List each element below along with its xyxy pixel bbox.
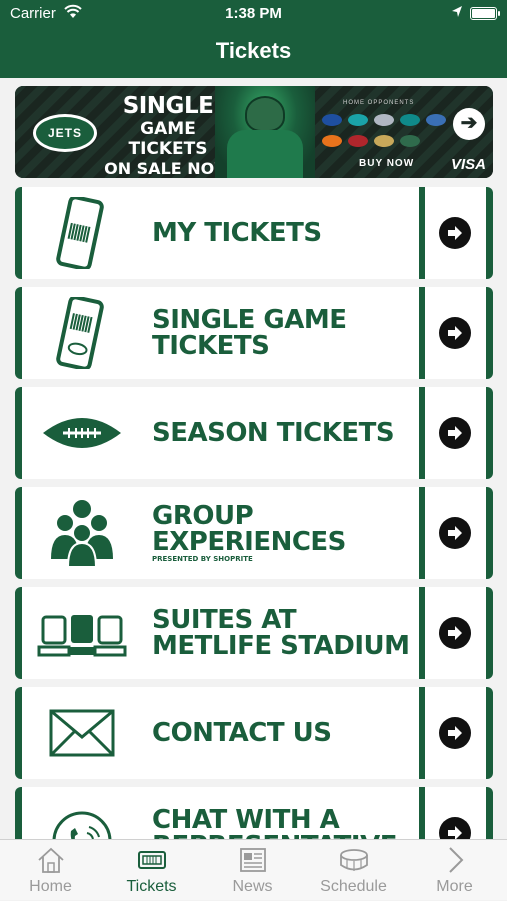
menu-item-label: SEASON TICKETS <box>152 418 395 448</box>
menu-item-single-game-tickets[interactable]: SINGLE GAME TICKETS <box>15 287 493 379</box>
tab-tickets[interactable]: Tickets <box>101 840 202 901</box>
arrow-right-icon[interactable] <box>439 417 471 449</box>
tab-label: Tickets <box>126 878 177 895</box>
football-icon <box>43 418 121 448</box>
menu-item-contact-us[interactable]: CONTACT US <box>15 687 493 779</box>
menu-item-group-experiences[interactable]: GROUP EXPERIENCES PRESENTED BY SHOPRITE <box>15 487 493 579</box>
envelope-icon <box>49 709 115 757</box>
arrow-right-icon[interactable] <box>439 217 471 249</box>
arrow-right-icon[interactable] <box>439 717 471 749</box>
team-logo-icon <box>374 114 394 126</box>
stadium-seats-icon <box>37 615 127 657</box>
nav-bar: Tickets <box>0 28 507 78</box>
tab-label: Schedule <box>320 878 387 895</box>
phone-ticket-icon <box>56 297 104 369</box>
menu-item-label: SUITES AT METLIFE STADIUM <box>152 605 410 661</box>
team-logo-icon <box>400 135 420 147</box>
arrow-right-icon[interactable] <box>439 517 471 549</box>
tab-label: News <box>232 878 273 895</box>
arrow-right-icon[interactable] <box>439 317 471 349</box>
jets-logo: JETS <box>33 114 97 152</box>
menu-item-label: CHAT WITH A REPRESENTATIVE <box>152 805 397 839</box>
menu-item-chat[interactable]: CHAT WITH A REPRESENTATIVE <box>15 787 493 839</box>
tab-news[interactable]: News <box>202 840 303 901</box>
tab-label: Home <box>29 878 72 895</box>
banner-line-2: GAME TICKETS <box>128 119 208 159</box>
menu-item-label: SINGLE GAME TICKETS <box>152 305 347 361</box>
menu-item-season-tickets[interactable]: SEASON TICKETS <box>15 387 493 479</box>
phone-call-icon <box>52 811 112 839</box>
menu-item-sublabel: PRESENTED BY SHOPRITE <box>152 554 253 563</box>
tickets-menu[interactable]: MY TICKETS SINGLE GAME TICKETS SEASON TI… <box>0 187 507 839</box>
group-people-icon <box>51 500 113 568</box>
page-title: Tickets <box>215 38 292 63</box>
menu-item-label: MY TICKETS <box>152 218 322 248</box>
team-logo-icon <box>322 135 342 147</box>
team-logo-icon <box>374 135 394 147</box>
team-logo-icon <box>322 114 342 126</box>
banner-arrow-icon[interactable]: ➔ <box>453 108 485 140</box>
tab-bar: Home Tickets News Schedule More <box>0 839 507 900</box>
status-bar: Carrier 1:38 PM <box>0 0 507 28</box>
menu-item-label: GROUP EXPERIENCES <box>152 500 346 557</box>
menu-item-my-tickets[interactable]: MY TICKETS <box>15 187 493 279</box>
opponents-label: HOME OPPONENTS <box>343 100 415 106</box>
buy-now-label: BUY NOW <box>359 158 415 169</box>
menu-item-suites[interactable]: SUITES AT METLIFE STADIUM <box>15 587 493 679</box>
banner-line-1: SINGLE <box>122 93 214 119</box>
team-logo-icon <box>348 114 368 126</box>
visa-logo: VISA <box>451 156 487 173</box>
player-image <box>215 86 315 178</box>
status-time: 1:38 PM <box>225 5 282 22</box>
banner-line-3: ON SALE NOW <box>104 159 232 178</box>
tab-more[interactable]: More <box>404 840 505 901</box>
home-icon <box>38 847 64 873</box>
battery-icon <box>470 7 500 20</box>
banner-headline: SINGLE GAME TICKETS ON SALE NOW <box>103 93 233 179</box>
team-logo-icon <box>348 135 368 147</box>
tab-schedule[interactable]: Schedule <box>303 840 404 901</box>
location-arrow-icon <box>452 6 462 17</box>
stadium-icon <box>340 849 368 871</box>
team-logo-icon <box>426 114 446 126</box>
menu-item-label: CONTACT US <box>152 718 332 748</box>
opponent-logos <box>319 112 449 154</box>
tab-home[interactable]: Home <box>0 840 101 901</box>
phone-ticket-icon <box>56 197 104 269</box>
arrow-right-icon[interactable] <box>439 617 471 649</box>
chevron-right-icon <box>449 847 464 873</box>
ticket-icon <box>138 851 166 869</box>
logo-text: JETS <box>47 126 82 140</box>
team-logo-icon <box>400 114 420 126</box>
tab-label: More <box>436 878 473 895</box>
promo-banner[interactable]: JETS SINGLE GAME TICKETS ON SALE NOW HOM… <box>15 86 493 178</box>
newspaper-icon <box>240 848 266 872</box>
